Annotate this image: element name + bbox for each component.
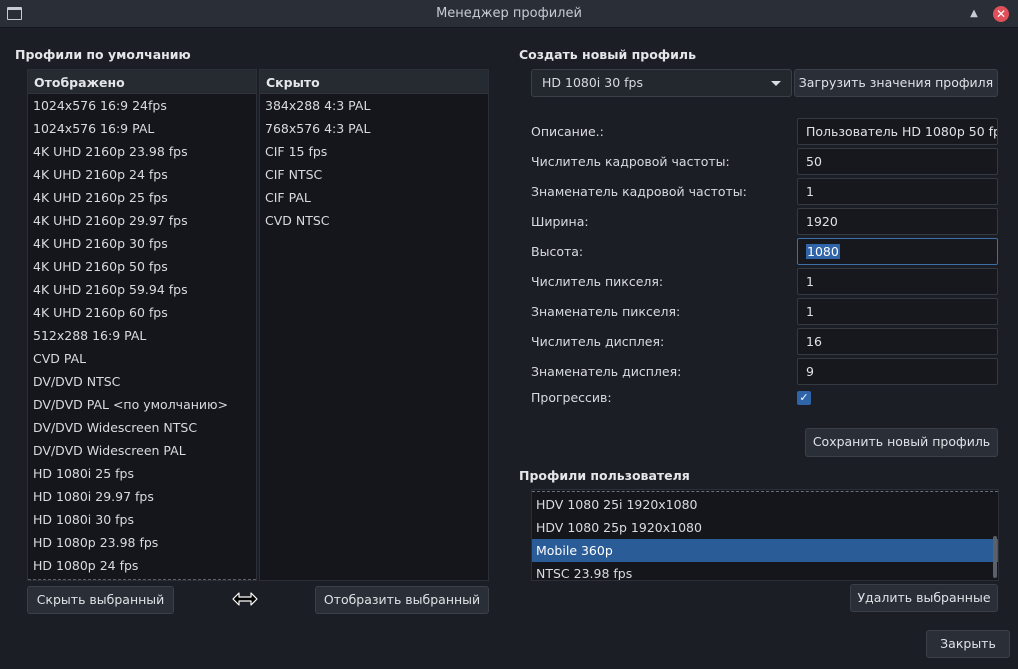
progressive-label: Прогрессив:	[531, 390, 612, 405]
delete-selected-button[interactable]: Удалить выбранные	[850, 584, 998, 612]
field-label: Знаменатель дисплея:	[531, 364, 682, 379]
field-label: Числитель пикселя:	[531, 274, 664, 289]
preset-value: HD 1080i 30 fps	[542, 75, 643, 90]
list-item[interactable]: 4K UHD 2160p 59.94 fps	[28, 278, 256, 301]
scrollbar[interactable]	[993, 536, 997, 578]
list-item[interactable]: HD 1080i 30 fps	[28, 508, 256, 531]
save-new-profile-button[interactable]: Сохранить новый профиль	[805, 428, 998, 457]
load-profile-values-button[interactable]: Загрузить значения профиля	[794, 69, 998, 97]
list-item[interactable]: 4K UHD 2160p 29.97 fps	[28, 209, 256, 232]
list-item[interactable]: 512x288 16:9 PAL	[28, 324, 256, 347]
list-item[interactable]: DV/DVD Widescreen NTSC	[28, 416, 256, 439]
list-item[interactable]: DV/DVD Widescreen PAL	[28, 439, 256, 462]
list-item[interactable]: 4K UHD 2160p 60 fps	[28, 301, 256, 324]
hide-selected-button[interactable]: Скрыть выбранный	[27, 586, 174, 614]
list-item[interactable]: CIF NTSC	[260, 163, 488, 186]
list-item[interactable]: NTSC 23.98 fps	[532, 562, 998, 580]
list-item[interactable]: CVD PAL	[28, 347, 256, 370]
list-item[interactable]: Mobile 360p	[532, 539, 998, 562]
list-item[interactable]: HD 1080i 25 fps	[28, 462, 256, 485]
field-label: Знаменатель кадровой частоты:	[531, 184, 747, 199]
list-item[interactable]: 1024x576 16:9 24fps	[28, 94, 256, 117]
field-input[interactable]: 1	[797, 268, 998, 295]
list-item[interactable]: DV/DVD NTSC	[28, 370, 256, 393]
field-label: Числитель дисплея:	[531, 334, 665, 349]
hidden-profiles-list[interactable]: Скрыто 384x288 4:3 PAL 768x576 4:3 PAL CIF…	[259, 69, 489, 581]
list-item[interactable]: 4K UHD 2160p 50 fps	[28, 255, 256, 278]
preset-dropdown[interactable]: HD 1080i 30 fps	[531, 69, 792, 97]
list-item[interactable]: 384x288 4:3 PAL	[260, 94, 488, 117]
list-item[interactable]: DV/DVD PAL <по умолчанию>	[28, 393, 256, 416]
field-label: Знаменатель пикселя:	[531, 304, 681, 319]
list-item[interactable]: HD 1080p 24 fps	[28, 554, 256, 577]
list-item[interactable]: 4K UHD 2160p 30 fps	[28, 232, 256, 255]
list-item[interactable]: 768x576 4:3 PAL	[260, 117, 488, 140]
user-profiles-list[interactable]: HDV 1080 25i 1920x1080 HDV 1080 25p 1920x…	[531, 489, 999, 581]
title-bar: Менеджер профилей ▲ ✕	[0, 0, 1018, 28]
list-item[interactable]: HDV 1080 25p 1920x1080	[532, 516, 998, 539]
list-item[interactable]: CIF 15 fps	[260, 140, 488, 163]
shown-header[interactable]: Отображено	[28, 70, 256, 94]
list-item[interactable]: HDV 1080 25i 1920x1080	[532, 493, 998, 516]
horizontal-resize-icon	[232, 592, 258, 606]
field-input[interactable]: 1	[797, 298, 998, 325]
list-scroll-indicator	[28, 579, 256, 580]
selected-text: 1080	[806, 244, 840, 259]
close-button[interactable]: Закрыть	[926, 630, 1010, 658]
list-item[interactable]: HD 1080i 29.97 fps	[28, 485, 256, 508]
field-input[interactable]: 50	[797, 148, 998, 175]
minimize-icon[interactable]: ▲	[966, 6, 982, 22]
chevron-down-icon	[771, 81, 781, 86]
create-profile-title: Создать новый профиль	[519, 47, 696, 62]
list-item[interactable]: CIF PAL	[260, 186, 488, 209]
field-input[interactable]: 1080	[797, 238, 998, 265]
list-item[interactable]: HD 1080p 23.98 fps	[28, 531, 256, 554]
window-title: Менеджер профилей	[436, 6, 582, 21]
list-item[interactable]: 4K UHD 2160p 23.98 fps	[28, 140, 256, 163]
field-label: Числитель кадровой частоты:	[531, 154, 730, 169]
field-label: Ширина:	[531, 214, 589, 229]
list-item[interactable]: CVD NTSC	[260, 209, 488, 232]
list-item[interactable]: 1024x576 16:9 PAL	[28, 117, 256, 140]
field-input[interactable]: 1920	[797, 208, 998, 235]
show-selected-button[interactable]: Отобразить выбранный	[315, 586, 489, 614]
field-label: Описание.:	[531, 124, 604, 139]
user-profiles-title: Профили пользователя	[519, 468, 690, 483]
field-input[interactable]: 16	[797, 328, 998, 355]
default-profiles-title: Профили по умолчанию	[15, 47, 191, 62]
field-label: Высота:	[531, 244, 584, 259]
field-input[interactable]: Пользователь HD 1080p 50 fps	[797, 118, 998, 145]
shown-profiles-list[interactable]: Отображено 1024x576 16:9 24fps 1024x576 1…	[27, 69, 257, 581]
hidden-header[interactable]: Скрыто	[260, 70, 488, 94]
list-item[interactable]: 4K UHD 2160p 25 fps	[28, 186, 256, 209]
field-input[interactable]: 9	[797, 358, 998, 385]
progressive-checkbox[interactable]: ✓	[797, 391, 811, 405]
list-item[interactable]: 4K UHD 2160p 24 fps	[28, 163, 256, 186]
close-icon[interactable]: ✕	[993, 6, 1009, 22]
field-input[interactable]: 1	[797, 178, 998, 205]
